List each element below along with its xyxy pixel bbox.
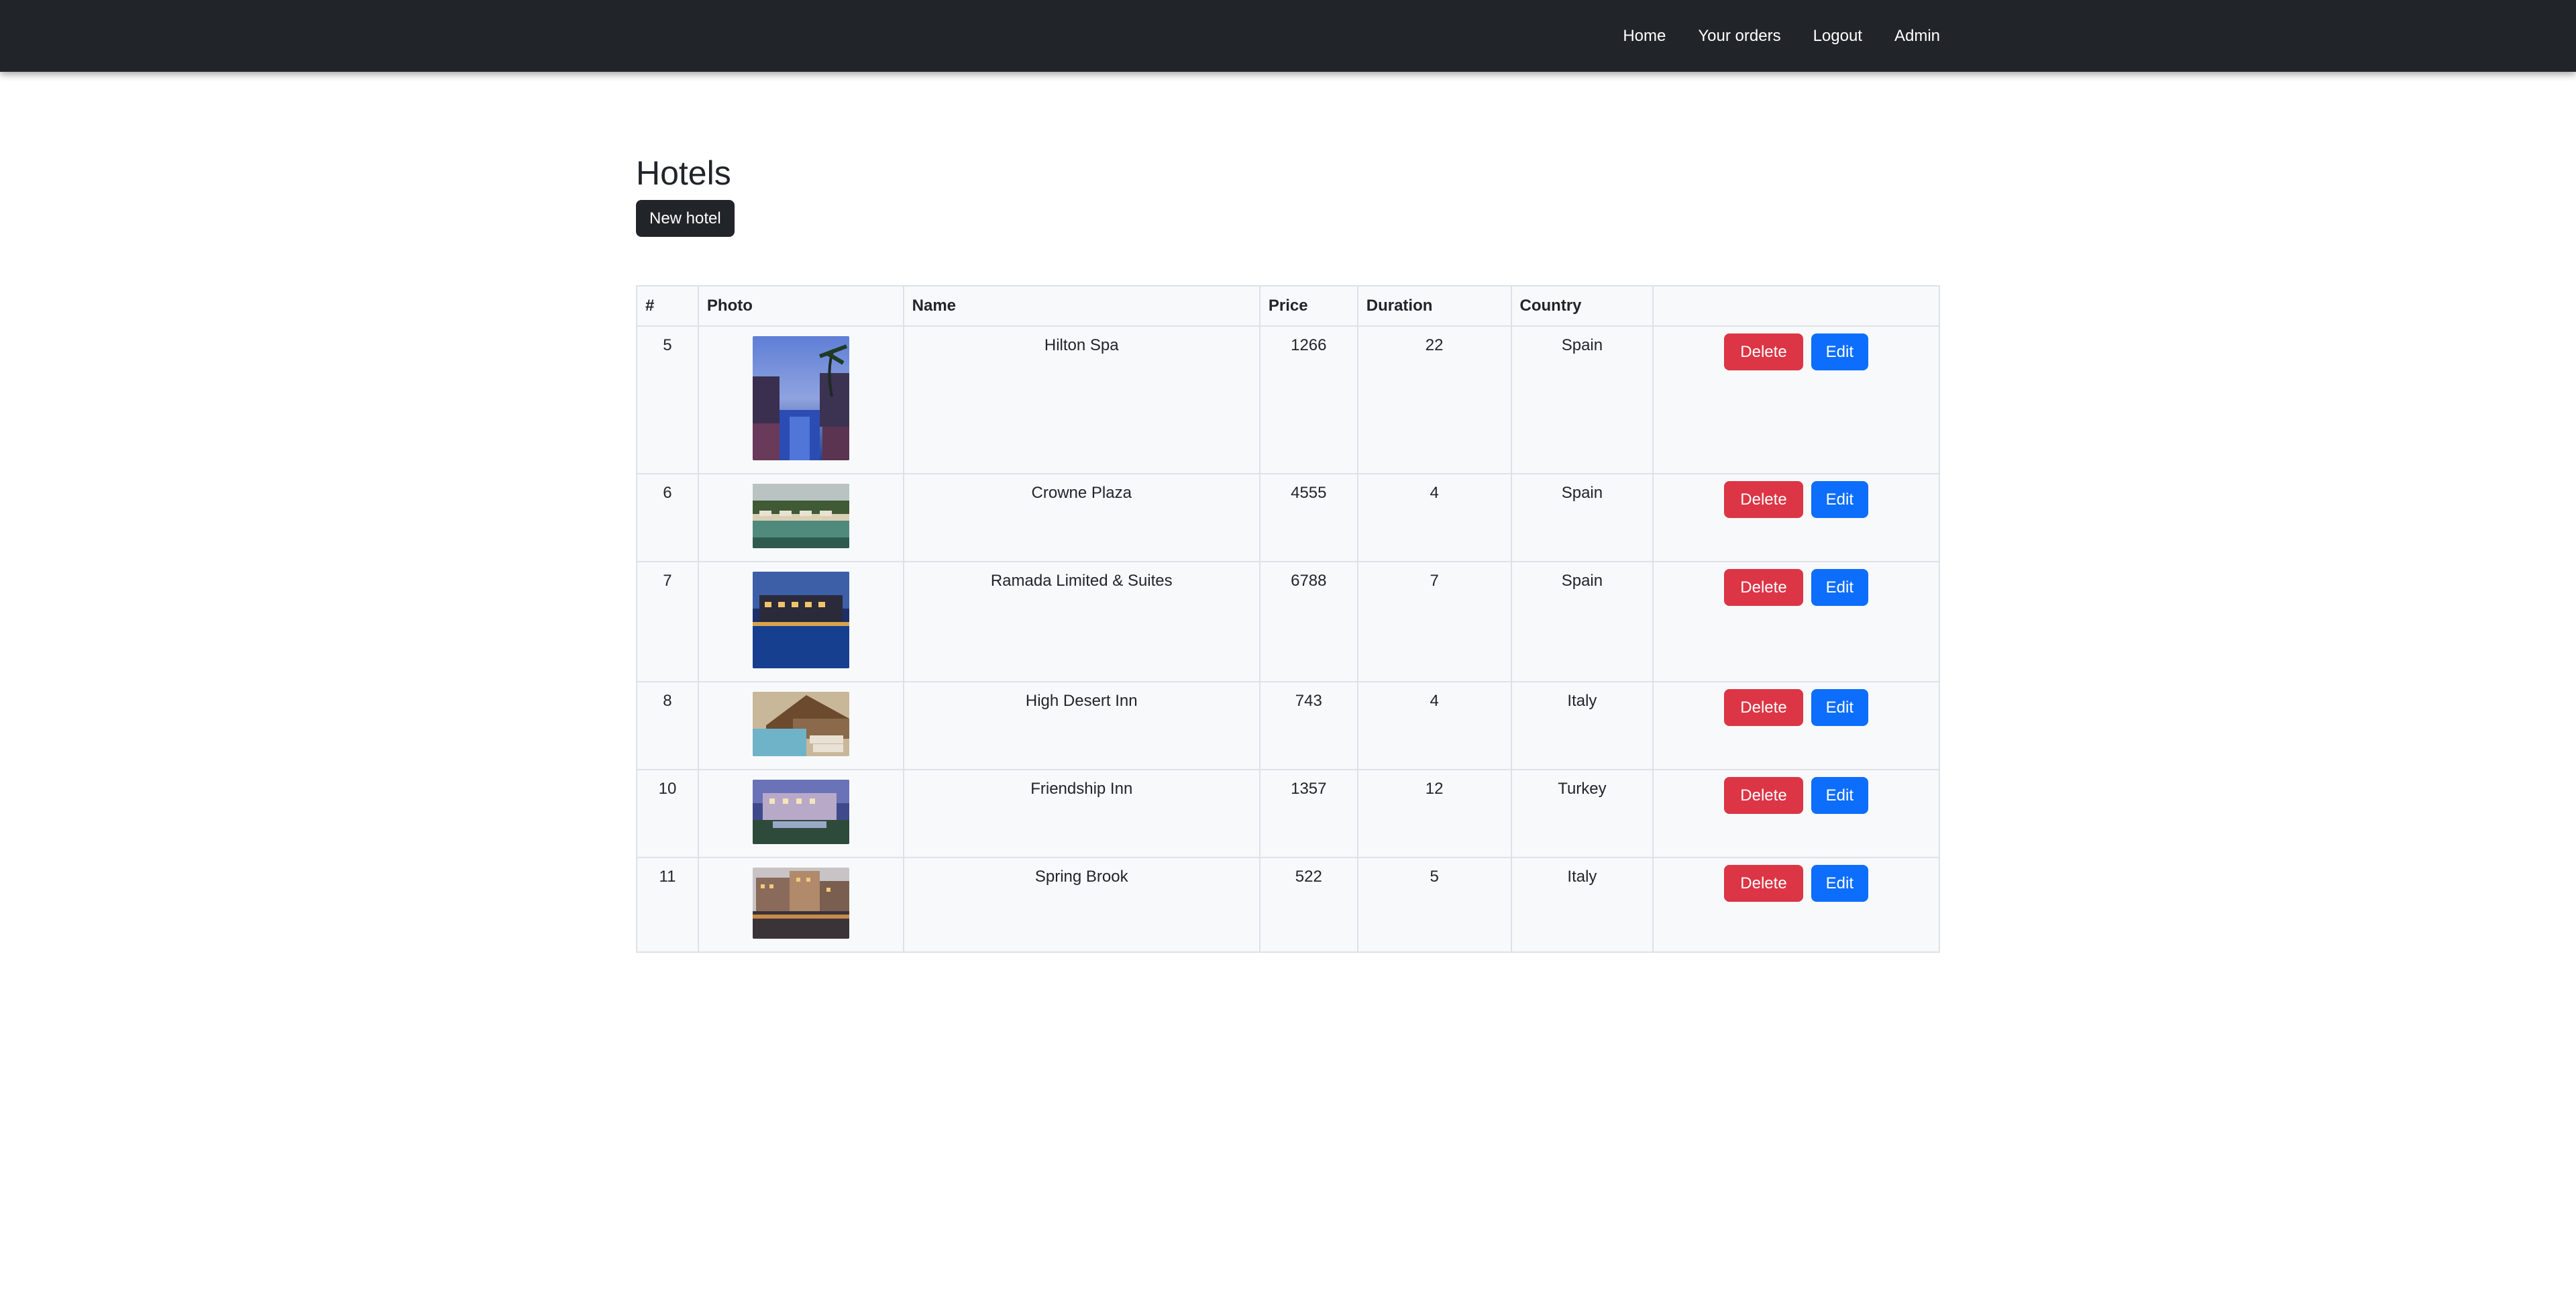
table-row: 6 Crowne Plaza 4555 4 Spain Delete Edit xyxy=(636,473,1940,562)
header-photo: Photo xyxy=(697,285,904,327)
cell-photo xyxy=(697,857,904,953)
table-row: 11 Spring Brook 522 5 Italy Delete Edit xyxy=(636,857,1940,953)
hotel-photo xyxy=(752,692,849,756)
cell-duration: 4 xyxy=(1356,473,1512,562)
cell-photo xyxy=(697,769,904,858)
header-id: # xyxy=(636,285,699,327)
header-price: Price xyxy=(1258,285,1358,327)
cell-price: 1266 xyxy=(1258,325,1358,474)
edit-button[interactable]: Edit xyxy=(1811,569,1869,606)
delete-button[interactable]: Delete xyxy=(1724,865,1803,902)
hotel-photo xyxy=(752,336,849,460)
cell-actions: Delete Edit xyxy=(1652,325,1940,474)
cell-photo xyxy=(697,681,904,770)
edit-button[interactable]: Edit xyxy=(1811,481,1869,518)
cell-price: 6788 xyxy=(1258,561,1358,682)
cell-price: 1357 xyxy=(1258,769,1358,858)
cell-name: Ramada Limited & Suites xyxy=(902,561,1260,682)
cell-photo xyxy=(697,561,904,682)
cell-price: 743 xyxy=(1258,681,1358,770)
cell-photo xyxy=(697,325,904,474)
cell-actions: Delete Edit xyxy=(1652,769,1940,858)
cell-country: Spain xyxy=(1510,325,1654,474)
header-actions xyxy=(1652,285,1940,327)
table-row: 8 High Desert Inn 743 4 Italy Delete Edi… xyxy=(636,681,1940,770)
cell-actions: Delete Edit xyxy=(1652,473,1940,562)
table-row: 10 Friendship Inn 1357 12 Turkey Delete … xyxy=(636,769,1940,858)
cell-actions: Delete Edit xyxy=(1652,561,1940,682)
cell-duration: 22 xyxy=(1356,325,1512,474)
nav-link-your-orders[interactable]: Your orders xyxy=(1698,27,1780,46)
cell-country: Italy xyxy=(1510,681,1654,770)
table-row: 7 Ramada Limited & Suites 6788 7 Spain D… xyxy=(636,561,1940,682)
cell-id: 8 xyxy=(636,681,699,770)
cell-name: Crowne Plaza xyxy=(902,473,1260,562)
hotels-table: # Photo Name Price Duration Country 5 Hi… xyxy=(636,285,1940,953)
header-duration: Duration xyxy=(1356,285,1512,327)
cell-price: 522 xyxy=(1258,857,1358,953)
delete-button[interactable]: Delete xyxy=(1724,569,1803,606)
delete-button[interactable]: Delete xyxy=(1724,333,1803,370)
hotel-photo xyxy=(752,484,849,548)
cell-duration: 5 xyxy=(1356,857,1512,953)
nav-links: Home Your orders Logout Admin xyxy=(1591,0,1940,72)
navbar: Home Your orders Logout Admin xyxy=(0,0,2576,72)
cell-id: 10 xyxy=(636,769,699,858)
delete-button[interactable]: Delete xyxy=(1724,689,1803,726)
cell-country: Turkey xyxy=(1510,769,1654,858)
hotel-photo xyxy=(752,868,849,939)
cell-name: Friendship Inn xyxy=(902,769,1260,858)
cell-photo xyxy=(697,473,904,562)
cell-name: Hilton Spa xyxy=(902,325,1260,474)
edit-button[interactable]: Edit xyxy=(1811,865,1869,902)
edit-button[interactable]: Edit xyxy=(1811,777,1869,814)
edit-button[interactable]: Edit xyxy=(1811,333,1869,370)
header-name: Name xyxy=(902,285,1260,327)
cell-id: 5 xyxy=(636,325,699,474)
nav-link-admin[interactable]: Admin xyxy=(1894,27,1940,46)
table-header-row: # Photo Name Price Duration Country xyxy=(636,285,1940,327)
hotel-photo xyxy=(752,572,849,668)
cell-id: 6 xyxy=(636,473,699,562)
header-country: Country xyxy=(1510,285,1654,327)
table-row: 5 Hilton Spa 1266 22 Spain Delete Edit xyxy=(636,325,1940,474)
cell-name: High Desert Inn xyxy=(902,681,1260,770)
nav-link-home[interactable]: Home xyxy=(1623,27,1666,46)
cell-id: 11 xyxy=(636,857,699,953)
cell-country: Spain xyxy=(1510,561,1654,682)
delete-button[interactable]: Delete xyxy=(1724,777,1803,814)
cell-country: Italy xyxy=(1510,857,1654,953)
edit-button[interactable]: Edit xyxy=(1811,689,1869,726)
cell-duration: 12 xyxy=(1356,769,1512,858)
cell-country: Spain xyxy=(1510,473,1654,562)
nav-link-logout[interactable]: Logout xyxy=(1813,27,1862,46)
page-title: Hotels xyxy=(636,154,731,192)
cell-name: Spring Brook xyxy=(902,857,1260,953)
delete-button[interactable]: Delete xyxy=(1724,481,1803,518)
cell-actions: Delete Edit xyxy=(1652,857,1940,953)
cell-duration: 7 xyxy=(1356,561,1512,682)
cell-id: 7 xyxy=(636,561,699,682)
new-hotel-button[interactable]: New hotel xyxy=(636,200,735,237)
cell-price: 4555 xyxy=(1258,473,1358,562)
cell-duration: 4 xyxy=(1356,681,1512,770)
cell-actions: Delete Edit xyxy=(1652,681,1940,770)
hotel-photo xyxy=(752,780,849,844)
